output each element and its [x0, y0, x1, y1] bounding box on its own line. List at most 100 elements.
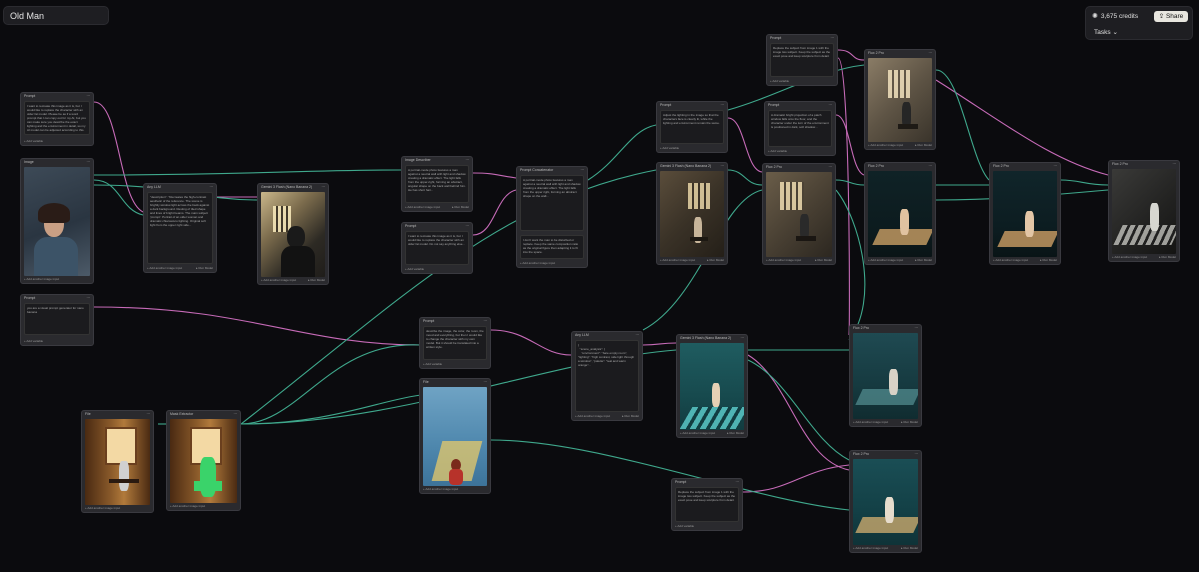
image-describer-node[interactable]: Image Describer ··· A portrait-mode photo… — [401, 156, 473, 212]
nano-banana-node[interactable]: Gemini 3 Flash (Nano Banana 2) ··· + Add … — [257, 183, 329, 285]
more-icon[interactable]: ··· — [466, 223, 470, 230]
project-title[interactable]: Old Man — [3, 6, 109, 25]
generated-image — [766, 172, 832, 257]
more-icon[interactable]: ··· — [929, 163, 933, 170]
image-node[interactable]: Image ··· + Add another image input — [20, 158, 94, 284]
add-variable-button[interactable]: + Add variable — [405, 267, 424, 271]
reference-portrait-image — [24, 167, 90, 276]
prompt-text[interactable]: Replace the subject from image 1 with th… — [770, 43, 834, 77]
describer-output: A portrait-mode photo features a man aga… — [405, 165, 469, 203]
run-model-button[interactable]: ▸ Run Model — [452, 205, 469, 209]
more-icon[interactable]: ··· — [87, 295, 91, 302]
prompt-text[interactable]: I want to recreate this image as it is, … — [405, 231, 469, 265]
prompt-text[interactable]: you are a visual prompt generator for na… — [24, 303, 90, 335]
run-model-button[interactable]: ▸ Run Model — [196, 266, 213, 270]
prompt-node[interactable]: Prompt ··· Adjust the lighting in the ima… — [656, 101, 728, 153]
share-icon: ⇪ — [1158, 13, 1166, 20]
prompt-node[interactable]: Prompt ··· I want to recreate this image … — [401, 222, 473, 274]
more-icon[interactable]: ··· — [721, 102, 725, 109]
more-icon[interactable]: ··· — [741, 335, 745, 342]
prompt-text[interactable]: A dramatic bright projection of a patch … — [768, 110, 832, 147]
more-icon[interactable]: ··· — [87, 93, 91, 100]
run-model-button[interactable]: ▸ Run Model — [915, 143, 932, 147]
more-icon[interactable]: ··· — [721, 163, 725, 170]
flux-node[interactable]: Flux 2 Pro ··· + Add another image input ▸… — [864, 162, 936, 265]
run-model-button[interactable]: ▸ Run Model — [707, 258, 724, 262]
more-icon[interactable]: ··· — [210, 184, 214, 191]
add-variable-button[interactable]: + Add variable — [768, 149, 787, 153]
prompt-node[interactable]: Prompt ··· A dramatic bright projection o… — [764, 101, 836, 156]
generated-image — [680, 343, 744, 430]
flux-node[interactable]: Flux 2 Pro ··· + Add another image input ▸… — [1108, 160, 1180, 262]
more-icon[interactable]: ··· — [234, 411, 238, 418]
more-icon[interactable]: ··· — [581, 167, 585, 174]
run-model-button[interactable]: ▸ Run Model — [1040, 258, 1057, 262]
concat-extra-text[interactable]: I don't want the man to be disturbed or … — [520, 235, 584, 259]
flux-node[interactable]: Flux 2 Pro ··· + Add another image input ▸… — [864, 49, 936, 150]
any-llm-node[interactable]: Any LLM ··· "description": "Recreates the… — [143, 183, 217, 273]
prompt-node[interactable]: Prompt ··· Replace the subject from image… — [766, 34, 838, 86]
more-icon[interactable]: ··· — [736, 479, 740, 486]
more-icon[interactable]: ··· — [829, 102, 833, 109]
generated-image — [868, 171, 932, 257]
run-model-button[interactable]: ▸ Run Model — [622, 414, 639, 418]
flux-node[interactable]: Flux 2 Pro ··· + Add another image input ▸… — [849, 450, 922, 553]
prompt-node[interactable]: Prompt ··· describe the image, the color,… — [419, 317, 491, 369]
nano-banana-node[interactable]: Gemini 3 Flash (Nano Banana 2) ··· + Add … — [656, 162, 728, 265]
prompt-text[interactable]: describe the image, the color, the room,… — [423, 326, 487, 360]
add-variable-button[interactable]: + Add variable — [770, 79, 789, 83]
run-model-button[interactable]: ▸ Run Model — [308, 278, 325, 282]
prompt-node[interactable]: Prompt ··· I want to recreate this image … — [20, 92, 94, 146]
run-model-button[interactable]: ▸ Run Model — [901, 546, 918, 550]
more-icon[interactable]: ··· — [829, 164, 833, 171]
sparkle-icon: ✺ — [1092, 13, 1098, 20]
flux-node[interactable]: Flux 2 Pro ··· + Add another image input ▸… — [989, 162, 1061, 265]
flux-node[interactable]: Flux 2 Pro ··· + Add another image input ▸… — [849, 324, 922, 427]
generated-image — [853, 333, 918, 419]
run-model-button[interactable]: ▸ Run Model — [727, 431, 744, 435]
run-model-button[interactable]: ▸ Run Model — [901, 420, 918, 424]
more-icon[interactable]: ··· — [484, 318, 488, 325]
add-variable-button[interactable]: + Add variable — [423, 362, 442, 366]
run-model-button[interactable]: ▸ Run Model — [815, 258, 832, 262]
prompt-node[interactable]: Prompt ··· Replace the subject from image… — [671, 478, 743, 531]
more-icon[interactable]: ··· — [915, 451, 919, 458]
add-variable-button[interactable]: + Add variable — [24, 139, 43, 143]
prompt-node[interactable]: Prompt ··· you are a visual prompt genera… — [20, 294, 94, 346]
run-model-button[interactable]: ▸ Run Model — [915, 258, 932, 262]
more-icon[interactable]: ··· — [466, 157, 470, 164]
add-variable-button[interactable]: + Add variable — [660, 146, 679, 150]
any-llm-node[interactable]: Any LLM ··· { "scene_analysis": { "enviro… — [571, 331, 643, 421]
run-model-button[interactable]: ▸ Run Model — [1159, 255, 1176, 259]
file-node[interactable]: File ··· + Add another image input — [81, 410, 154, 513]
more-icon[interactable]: ··· — [1173, 161, 1177, 168]
generated-image — [1112, 169, 1176, 254]
more-icon[interactable]: ··· — [929, 50, 933, 57]
prompt-text[interactable]: Replace the subject from image 1 with th… — [675, 487, 739, 522]
more-icon[interactable]: ··· — [831, 35, 835, 42]
more-icon[interactable]: ··· — [915, 325, 919, 332]
share-button[interactable]: ⇪ Share — [1154, 11, 1188, 22]
generated-image — [993, 171, 1057, 257]
more-icon[interactable]: ··· — [322, 184, 326, 191]
generated-image — [868, 58, 932, 142]
more-icon[interactable]: ··· — [1054, 163, 1058, 170]
prompt-text[interactable]: Adjust the lighting in the image so that… — [660, 110, 724, 144]
generated-image — [660, 171, 724, 257]
add-variable-button[interactable]: + Add variable — [675, 524, 694, 528]
more-icon[interactable]: ··· — [484, 379, 488, 386]
more-icon[interactable]: ··· — [636, 332, 640, 339]
prompt-concatenator-node[interactable]: Prompt Concatenator ··· A portrait-mode p… — [516, 166, 588, 268]
mask-extractor-node[interactable]: Mask Extractor ··· + Add another image in… — [166, 410, 241, 511]
flux-node[interactable]: Flux 2 Pro ··· + Add another image input ▸… — [762, 163, 836, 265]
add-variable-button[interactable]: + Add variable — [24, 339, 43, 343]
generated-image — [261, 192, 325, 277]
prompt-text[interactable]: I want to recreate this image as it is, … — [24, 101, 90, 135]
chevron-down-icon: ⌄ — [1112, 29, 1118, 36]
nano-banana-node[interactable]: Gemini 3 Flash (Nano Banana 2) ··· + Add … — [676, 334, 748, 438]
concat-output: A portrait-mode photo features a man aga… — [520, 175, 584, 231]
file-node[interactable]: File ··· + Add another image input — [419, 378, 491, 494]
more-icon[interactable]: ··· — [87, 159, 91, 166]
tasks-dropdown[interactable]: Tasks ⌄ — [1094, 28, 1118, 36]
more-icon[interactable]: ··· — [147, 411, 151, 418]
